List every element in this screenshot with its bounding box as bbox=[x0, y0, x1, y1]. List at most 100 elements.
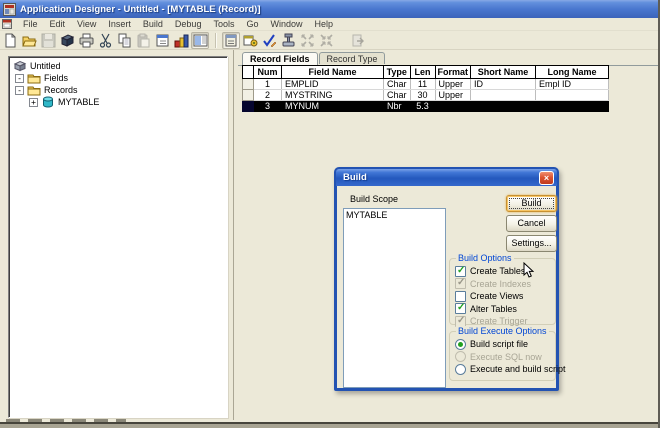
menu-debug[interactable]: Debug bbox=[169, 18, 208, 30]
cell-format[interactable]: Upper bbox=[434, 78, 472, 90]
cell-short-name[interactable] bbox=[470, 100, 537, 112]
project-tree-panel[interactable]: Untitled - Fields - Records + MYTABLE bbox=[8, 56, 228, 418]
cell-long-name[interactable] bbox=[535, 100, 610, 112]
save-project-button[interactable] bbox=[58, 32, 76, 49]
build-project-button[interactable] bbox=[172, 32, 190, 49]
cell-len[interactable]: 5.3 bbox=[409, 100, 436, 112]
checkbox-create-tables[interactable]: Create Tables bbox=[450, 265, 555, 278]
print-icon bbox=[79, 33, 93, 47]
cell-type[interactable]: Char bbox=[383, 89, 411, 101]
tree-item-fields[interactable]: - Fields bbox=[11, 72, 225, 84]
radio-icon[interactable] bbox=[455, 363, 466, 375]
tree-item-label: MYTABLE bbox=[58, 97, 100, 107]
project-properties-button[interactable] bbox=[153, 32, 171, 49]
menu-file[interactable]: File bbox=[17, 18, 44, 30]
cell-long-name[interactable] bbox=[535, 89, 610, 101]
cut-button[interactable] bbox=[96, 32, 114, 49]
mdi-child-icon[interactable] bbox=[2, 19, 12, 29]
menu-insert[interactable]: Insert bbox=[102, 18, 137, 30]
col-field-name[interactable]: Field Name bbox=[281, 65, 384, 79]
collapse-expander-icon[interactable]: - bbox=[15, 85, 24, 95]
col-short-name[interactable]: Short Name bbox=[470, 65, 537, 79]
cell-type[interactable]: Char bbox=[383, 78, 411, 90]
build-scope-listbox[interactable]: MYTABLE bbox=[343, 208, 446, 388]
cancel-button[interactable]: Cancel bbox=[506, 215, 557, 232]
open-button[interactable] bbox=[20, 32, 38, 49]
option-label: Create Views bbox=[470, 291, 524, 302]
window-bottom-edge bbox=[0, 422, 658, 428]
col-format[interactable]: Format bbox=[434, 65, 472, 79]
folder-icon bbox=[27, 74, 41, 84]
toolbar bbox=[0, 31, 658, 50]
checkbox-icon[interactable] bbox=[455, 302, 466, 315]
tab-record-fields[interactable]: Record Fields bbox=[242, 52, 318, 65]
menu-view[interactable]: View bbox=[71, 18, 102, 30]
toolbar-separator bbox=[215, 32, 217, 48]
cell-len[interactable]: 30 bbox=[409, 89, 436, 101]
menu-bar: File Edit View Insert Build Debug Tools … bbox=[0, 18, 658, 31]
cell-field-name[interactable]: MYNUM bbox=[281, 100, 384, 112]
cell-len[interactable]: 11 bbox=[409, 78, 436, 90]
tree-item-mytable[interactable]: + MYTABLE bbox=[11, 96, 225, 108]
radio-icon[interactable] bbox=[455, 338, 466, 350]
cell-num[interactable]: 2 bbox=[253, 89, 282, 101]
tree-item-untitled[interactable]: Untitled bbox=[11, 60, 225, 72]
build-button[interactable]: Build bbox=[506, 195, 557, 212]
record-type-button[interactable] bbox=[279, 32, 297, 49]
cell-num[interactable]: 1 bbox=[253, 78, 282, 90]
cell-format[interactable] bbox=[434, 100, 472, 112]
panel-splitter[interactable] bbox=[233, 50, 234, 420]
col-num[interactable]: Num bbox=[253, 65, 282, 79]
menu-build[interactable]: Build bbox=[137, 18, 169, 30]
tab-record-type[interactable]: Record Type bbox=[318, 52, 386, 64]
menu-help[interactable]: Help bbox=[309, 18, 340, 30]
checkbox-icon bbox=[455, 277, 466, 290]
checkbox-alter-tables[interactable]: Alter Tables bbox=[450, 302, 555, 316]
validate-button[interactable] bbox=[260, 32, 278, 49]
toggle-project-workspace-button[interactable] bbox=[191, 31, 209, 49]
table-row-selected[interactable]: 3 MYNUM Nbr 5.3 bbox=[242, 100, 610, 112]
build-dialog-titlebar[interactable]: Build × bbox=[336, 169, 557, 186]
col-long-name[interactable]: Long Name bbox=[535, 65, 610, 79]
tree-item-records[interactable]: - Records bbox=[11, 84, 225, 96]
cell-field-name[interactable]: EMPLID bbox=[281, 78, 384, 90]
checkbox-icon[interactable] bbox=[455, 290, 466, 302]
col-len[interactable]: Len bbox=[409, 65, 436, 79]
app-icon bbox=[3, 2, 16, 16]
menu-edit[interactable]: Edit bbox=[44, 18, 72, 30]
radio-execute-and-build-script[interactable]: Execute and build script bbox=[450, 363, 566, 376]
print-button[interactable] bbox=[77, 32, 95, 49]
col-type[interactable]: Type bbox=[383, 65, 411, 79]
table-row[interactable]: 2 MYSTRING Char 30 Upper bbox=[242, 89, 610, 101]
cell-field-name[interactable]: MYSTRING bbox=[281, 89, 384, 101]
list-item[interactable]: MYTABLE bbox=[346, 210, 443, 221]
menu-go[interactable]: Go bbox=[240, 18, 264, 30]
copy-button[interactable] bbox=[115, 32, 133, 49]
checkbox-create-views[interactable]: Create Views bbox=[450, 290, 555, 303]
cell-short-name[interactable] bbox=[470, 89, 537, 101]
close-icon[interactable]: × bbox=[539, 170, 554, 185]
menu-window[interactable]: Window bbox=[264, 18, 308, 30]
build-dialog-title: Build bbox=[343, 172, 367, 183]
table-row[interactable]: 1 EMPLID Char 11 Upper ID Empl ID bbox=[242, 78, 610, 90]
row-selector[interactable] bbox=[242, 89, 254, 101]
settings-button[interactable]: Settings... bbox=[506, 235, 557, 252]
record-properties-button[interactable] bbox=[241, 32, 259, 49]
checkbox-icon[interactable] bbox=[455, 265, 466, 277]
row-selector[interactable] bbox=[242, 100, 254, 112]
new-button[interactable] bbox=[1, 32, 19, 49]
radio-build-script-file[interactable]: Build script file bbox=[450, 338, 555, 351]
cell-format[interactable]: Upper bbox=[434, 89, 472, 101]
menu-tools[interactable]: Tools bbox=[207, 18, 240, 30]
collapse-expander-icon[interactable]: - bbox=[15, 73, 24, 83]
copy-icon bbox=[118, 33, 130, 47]
cell-num[interactable]: 3 bbox=[253, 100, 282, 112]
checkbox-create-indexes: Create Indexes bbox=[450, 277, 555, 291]
expand-expander-icon[interactable]: + bbox=[29, 97, 38, 107]
cell-short-name[interactable]: ID bbox=[470, 78, 537, 90]
cell-long-name[interactable]: Empl ID bbox=[535, 78, 610, 90]
cell-type[interactable]: Nbr bbox=[383, 100, 411, 112]
window-title: Application Designer - Untitled - [MYTAB… bbox=[20, 3, 261, 15]
object-properties-button[interactable] bbox=[222, 31, 240, 49]
row-selector[interactable] bbox=[242, 78, 254, 90]
